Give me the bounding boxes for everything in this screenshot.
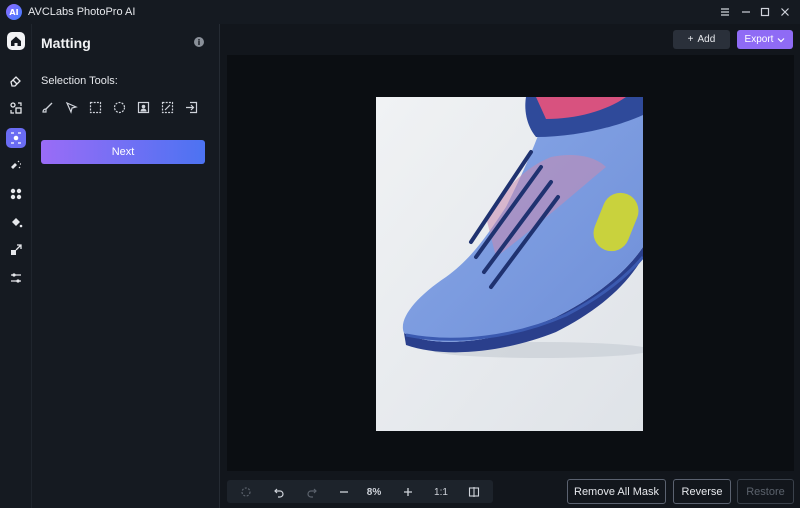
zoom-out-icon[interactable]	[337, 485, 351, 499]
eraser-icon[interactable]	[6, 70, 26, 90]
canvas-toolbar: 8% 1:1	[227, 480, 493, 503]
portrait-select-icon[interactable]	[137, 101, 150, 114]
remove-all-mask-button[interactable]: Remove All Mask	[567, 479, 666, 504]
info-icon[interactable]: i	[194, 37, 204, 47]
plus-icon: +	[687, 34, 694, 45]
tool-rail	[0, 24, 32, 508]
selection-tools	[41, 101, 198, 114]
close-icon[interactable]	[777, 4, 793, 20]
app-logo-text: AI	[9, 7, 19, 17]
panel-title: Matting	[41, 35, 91, 51]
menu-icon[interactable]	[717, 4, 733, 20]
colorize-icon[interactable]	[6, 212, 26, 232]
fan-icon[interactable]	[6, 184, 26, 204]
export-label: Export	[744, 34, 774, 45]
restore-button[interactable]: Restore	[737, 479, 794, 504]
chevron-down-icon	[778, 37, 785, 42]
enhance-icon[interactable]	[6, 156, 26, 176]
redo-icon[interactable]	[305, 485, 319, 499]
brush-tool-icon[interactable]	[41, 101, 54, 114]
minimize-icon[interactable]	[738, 4, 754, 20]
add-button[interactable]: + Add	[673, 30, 730, 49]
zoom-level: 8%	[366, 486, 382, 498]
maximize-icon[interactable]	[757, 4, 773, 20]
adjust-icon[interactable]	[6, 268, 26, 288]
selection-tools-label: Selection Tools:	[41, 75, 118, 87]
upscale-icon[interactable]	[6, 240, 26, 260]
reverse-button[interactable]: Reverse	[673, 479, 731, 504]
matting-panel: Matting i Selection Tools: Next	[32, 24, 220, 508]
app-title: AVCLabs PhotoPro AI	[28, 6, 136, 18]
object-replace-icon[interactable]	[6, 98, 26, 118]
auto-select-icon[interactable]	[161, 101, 174, 114]
pointer-tool-icon[interactable]	[65, 101, 78, 114]
zoom-in-icon[interactable]	[401, 485, 415, 499]
undo-icon[interactable]	[272, 485, 286, 499]
matting-icon[interactable]	[6, 128, 26, 148]
actual-size-button[interactable]: 1:1	[432, 485, 450, 499]
image-canvas[interactable]	[227, 55, 794, 471]
compare-icon[interactable]	[467, 485, 481, 499]
next-button[interactable]: Next	[41, 140, 205, 164]
export-button[interactable]: Export	[737, 30, 793, 49]
import-mask-icon[interactable]	[185, 101, 198, 114]
add-label: Add	[697, 34, 716, 45]
title-bar: AI AVCLabs PhotoPro AI	[0, 0, 800, 24]
lasso-icon[interactable]	[239, 485, 253, 499]
home-icon[interactable]	[7, 32, 25, 50]
rectangle-select-icon[interactable]	[89, 101, 102, 114]
app-logo: AI	[6, 4, 22, 20]
ellipse-select-icon[interactable]	[113, 101, 126, 114]
shoe-photo	[376, 97, 643, 431]
